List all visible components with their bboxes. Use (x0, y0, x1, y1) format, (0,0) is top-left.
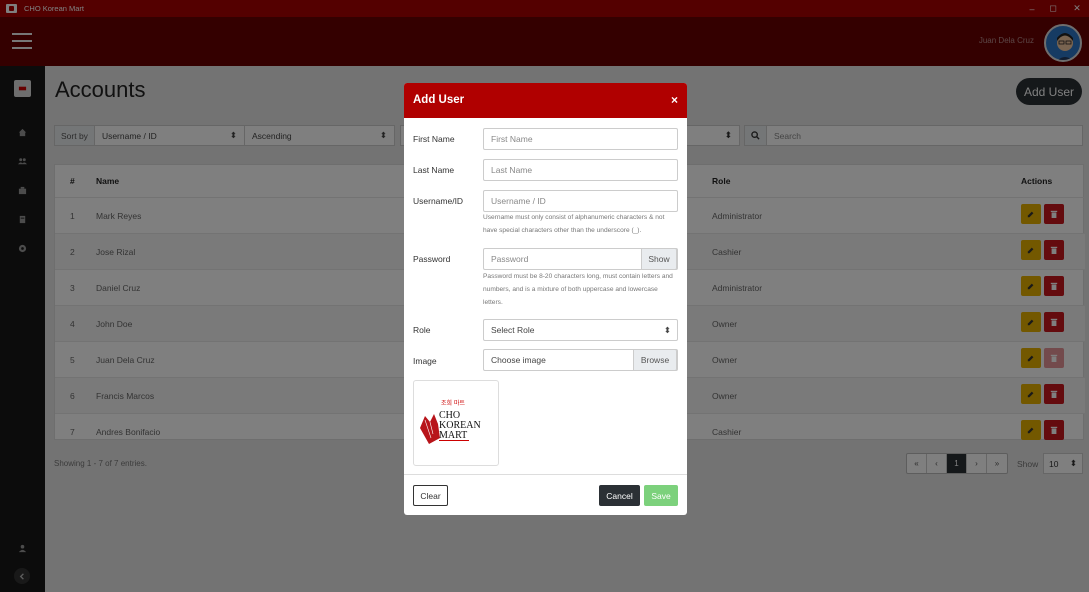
add-user-modal: Add User × First Name First Name Last Na… (404, 83, 687, 515)
modal-header: Add User × (404, 83, 687, 118)
modal-footer: Clear Cancel Save (404, 474, 687, 515)
browse-button[interactable]: Browse (633, 349, 677, 371)
image-file-field: Choose image Browse (483, 349, 678, 371)
image-preview: 조희 마트 CHO KOREAN MART (413, 380, 499, 466)
first-name-label: First Name (413, 134, 455, 144)
svg-text:MART: MART (439, 430, 467, 441)
select-arrow-icon: ⬍ (663, 324, 671, 335)
username-help-text: Username must only consist of alphanumer… (483, 214, 665, 234)
password-input[interactable]: Password (491, 254, 528, 264)
save-button[interactable]: Save (644, 485, 678, 506)
image-label: Image (413, 356, 437, 366)
modal-close-icon[interactable]: × (671, 93, 678, 107)
role-select-value: Select Role (491, 325, 535, 335)
cancel-button[interactable]: Cancel (599, 485, 640, 506)
image-file-input[interactable]: Choose image (491, 355, 546, 365)
last-name-input[interactable]: Last Name (483, 159, 678, 181)
clear-button[interactable]: Clear (413, 485, 448, 506)
password-label: Password (413, 254, 451, 264)
first-name-input[interactable]: First Name (483, 128, 678, 150)
username-input[interactable]: Username / ID (483, 190, 678, 212)
username-label: Username/ID (413, 196, 464, 206)
password-help-text: Password must be 8-20 characters long, m… (483, 273, 673, 306)
svg-text:조희 마트: 조희 마트 (441, 399, 465, 407)
last-name-label: Last Name (413, 165, 455, 175)
role-label: Role (413, 325, 431, 335)
password-field: Password Show (483, 248, 678, 270)
role-select[interactable]: Select Role ⬍ (483, 319, 678, 341)
cho-korean-mart-logo: 조희 마트 CHO KOREAN MART (420, 399, 481, 444)
show-password-button[interactable]: Show (641, 248, 677, 270)
modal-title: Add User (413, 94, 465, 106)
